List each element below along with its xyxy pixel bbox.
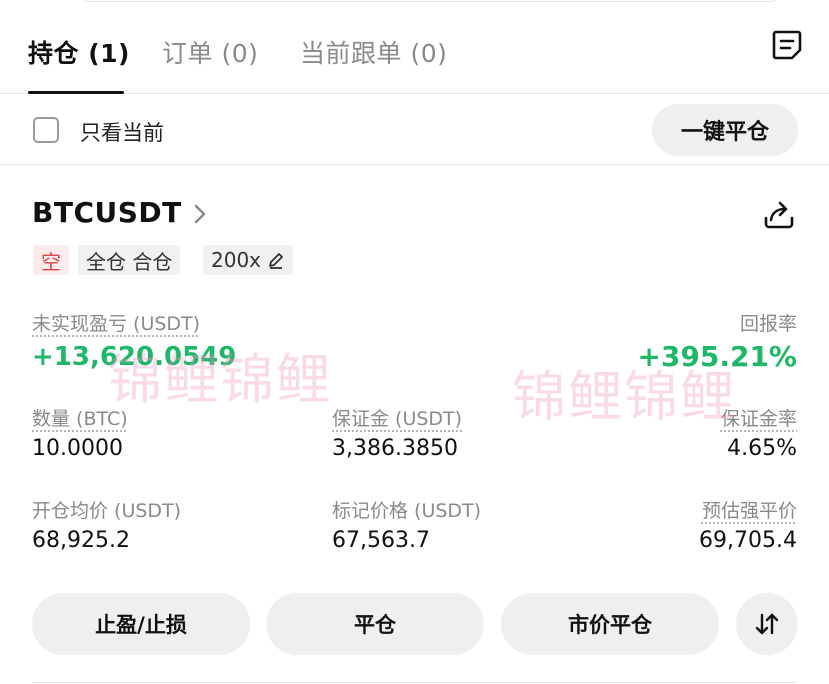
mark-price-label: 标记价格 (USDT): [332, 500, 482, 522]
chevron-right-icon[interactable]: [192, 203, 208, 225]
liq-price-value: 69,705.4: [699, 528, 797, 553]
edit-icon: [269, 253, 283, 269]
leverage-badge[interactable]: 200x: [203, 245, 294, 275]
close-all-button[interactable]: 一键平仓: [652, 104, 798, 156]
leverage-value: 200x: [211, 248, 262, 272]
swap-arrows-icon: [755, 613, 779, 635]
market-close-button[interactable]: 市价平仓: [501, 593, 719, 655]
margin-ratio-value: 4.65%: [727, 436, 797, 461]
order-list-icon[interactable]: [770, 28, 804, 62]
filter-row: 只看当前 一键平仓: [0, 95, 829, 165]
only-current-label[interactable]: 只看当前: [80, 117, 164, 147]
position-symbol[interactable]: BTCUSDT: [32, 196, 182, 229]
tab-copy-trades[interactable]: 当前跟单 (0): [300, 34, 447, 70]
liq-price-label: 预估强平价: [701, 500, 797, 522]
side-badge: 空: [33, 245, 69, 275]
divider: [32, 682, 797, 683]
share-icon[interactable]: [762, 198, 796, 232]
mark-price-value: 67,563.7: [332, 528, 430, 553]
size-label: 数量 (BTC): [32, 408, 128, 430]
position-tabs: 持仓 (1) 订单 (0) 当前跟单 (0): [0, 22, 829, 94]
margin-ratio-label: 保证金率: [720, 408, 797, 430]
reverse-position-button[interactable]: [736, 593, 798, 655]
unrealized-pnl-label: 未实现盈亏 (USDT): [32, 313, 201, 335]
margin-label: 保证金 (USDT): [332, 408, 463, 430]
margin-mode-badge: 全仓 合仓: [78, 245, 181, 275]
margin-value: 3,386.3850: [332, 436, 458, 461]
top-search-edge: [80, 0, 780, 2]
close-position-button[interactable]: 平仓: [266, 593, 484, 655]
entry-price-value: 68,925.2: [32, 528, 130, 553]
unrealized-pnl-value: +13,620.0549: [32, 342, 237, 372]
tp-sl-button[interactable]: 止盈/止损: [32, 593, 250, 655]
roe-label: 回报率: [739, 313, 797, 335]
only-current-checkbox[interactable]: [33, 117, 59, 143]
size-value: 10.0000: [32, 436, 123, 461]
entry-price-label: 开仓均价 (USDT): [32, 500, 182, 522]
roe-value: +395.21%: [637, 340, 797, 373]
tab-positions[interactable]: 持仓 (1): [28, 34, 130, 70]
active-tab-indicator: [28, 91, 124, 94]
tab-orders[interactable]: 订单 (0): [162, 34, 258, 70]
